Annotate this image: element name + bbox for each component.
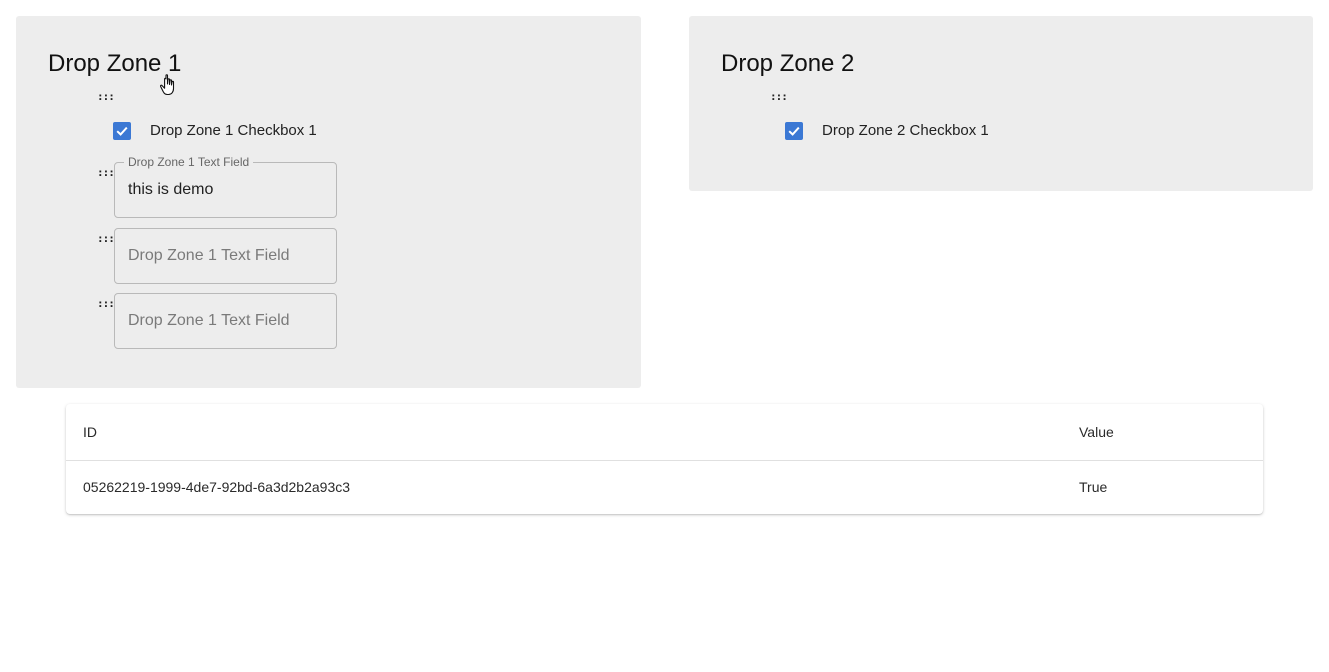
drop-zone-2-checkbox-row: Drop Zone 2 Checkbox 1 <box>785 121 989 141</box>
id-value-table: ID Value 05262219-1999-4de7-92bd-6a3d2b2… <box>66 404 1263 513</box>
drag-handle-icon[interactable]: ::: <box>97 298 115 309</box>
drop-zone-1-text-field-3 <box>114 293 337 349</box>
check-icon <box>788 126 800 136</box>
table-row: 05262219-1999-4de7-92bd-6a3d2b2a93c3 Tru… <box>66 460 1263 513</box>
drag-handle-icon[interactable]: ::: <box>97 167 115 178</box>
drag-handle-icon[interactable]: ::: <box>97 233 115 244</box>
drop-zone-1-text-input-3[interactable] <box>115 294 336 348</box>
drop-zone-2-title: Drop Zone 2 <box>721 50 855 77</box>
table-cell-id: 05262219-1999-4de7-92bd-6a3d2b2a93c3 <box>83 478 351 495</box>
drop-zone-2-checkbox-label: Drop Zone 2 Checkbox 1 <box>822 122 989 139</box>
drop-zone-1-checkbox-label: Drop Zone 1 Checkbox 1 <box>150 122 317 139</box>
drop-zone-1: Drop Zone 1 ::: Drop Zone 1 Checkbox 1 :… <box>16 16 641 388</box>
drop-zone-1-checkbox[interactable] <box>113 122 131 140</box>
table-header-row: ID Value <box>66 404 1263 461</box>
data-table: ID Value 05262219-1999-4de7-92bd-6a3d2b2… <box>66 404 1263 514</box>
table-cell-value: True <box>1079 478 1108 495</box>
column-header-id: ID <box>66 404 1079 461</box>
drag-handle-icon[interactable]: ::: <box>97 91 115 102</box>
drop-zone-1-text-field-2 <box>114 228 337 284</box>
drop-zone-1-text-input-2[interactable] <box>115 229 336 283</box>
drop-zone-2: Drop Zone 2 ::: Drop Zone 2 Checkbox 1 <box>689 16 1313 191</box>
drop-zone-1-text-input-1[interactable] <box>115 163 336 217</box>
drop-zone-1-checkbox-row: Drop Zone 1 Checkbox 1 <box>113 121 317 141</box>
drag-handle-icon[interactable]: ::: <box>770 91 788 102</box>
drop-zone-1-title: Drop Zone 1 <box>48 50 182 77</box>
column-header-value: Value <box>1079 404 1263 461</box>
check-icon <box>116 126 128 136</box>
drop-zone-2-checkbox[interactable] <box>785 122 803 140</box>
drop-zone-1-text-field-1: Drop Zone 1 Text Field <box>114 155 337 218</box>
